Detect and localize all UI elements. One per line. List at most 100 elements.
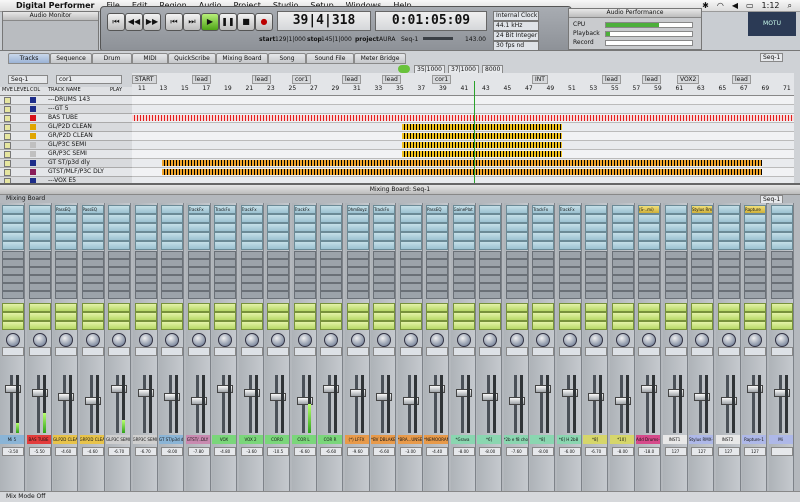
insert-slot[interactable] bbox=[214, 214, 236, 223]
automation-button[interactable] bbox=[55, 303, 77, 312]
automation-button[interactable] bbox=[187, 321, 210, 330]
insert-slot[interactable] bbox=[452, 232, 475, 241]
send-slot[interactable] bbox=[214, 291, 236, 299]
insert-slot[interactable] bbox=[267, 214, 289, 223]
send-slot[interactable] bbox=[28, 259, 51, 267]
automation-button[interactable] bbox=[664, 321, 687, 330]
track-color-swatch[interactable] bbox=[30, 115, 36, 121]
automation-button[interactable] bbox=[691, 303, 713, 312]
channel-name[interactable]: *6] bbox=[477, 435, 501, 444]
pan-knob[interactable] bbox=[59, 333, 73, 347]
send-slot[interactable] bbox=[187, 275, 210, 283]
tab-sequence[interactable]: Sequence bbox=[50, 53, 92, 64]
pan-readout[interactable] bbox=[744, 347, 766, 356]
automation-button[interactable] bbox=[240, 321, 263, 330]
send-slot[interactable] bbox=[770, 259, 793, 267]
fader-track[interactable] bbox=[142, 375, 146, 433]
track-row[interactable]: GL/P3C SEMI bbox=[0, 141, 132, 150]
automation-button[interactable] bbox=[55, 321, 77, 330]
pan-readout[interactable] bbox=[28, 347, 51, 356]
insert-slot[interactable] bbox=[479, 241, 501, 250]
insert-slot[interactable] bbox=[558, 232, 581, 241]
insert-slot[interactable] bbox=[2, 214, 24, 223]
automation-button[interactable] bbox=[717, 303, 740, 312]
channel-name[interactable]: *8] bbox=[583, 435, 607, 444]
marker[interactable]: cor1 bbox=[292, 75, 312, 84]
insert-slot[interactable] bbox=[558, 241, 581, 250]
send-slot[interactable] bbox=[134, 283, 157, 291]
insert-slot[interactable] bbox=[558, 214, 581, 223]
insert-slot[interactable] bbox=[691, 223, 713, 232]
soundbite-region[interactable] bbox=[162, 169, 762, 175]
send-slot[interactable] bbox=[744, 259, 766, 267]
channel-name[interactable]: Add Drums-1 bbox=[636, 435, 660, 444]
send-slot[interactable] bbox=[452, 259, 475, 267]
fader-track[interactable] bbox=[460, 375, 464, 433]
sample-rate-selector[interactable]: 44.1 kHz bbox=[493, 21, 539, 31]
fader-track[interactable] bbox=[275, 375, 278, 433]
send-slot[interactable] bbox=[505, 259, 528, 267]
automation-button[interactable] bbox=[399, 321, 422, 330]
automation-button[interactable] bbox=[558, 303, 581, 312]
automation-button[interactable] bbox=[320, 303, 342, 312]
track-row[interactable]: ---DRUMS 143 bbox=[0, 96, 132, 105]
automation-button[interactable] bbox=[505, 303, 528, 312]
volume-readout[interactable]: -5.50 bbox=[28, 447, 51, 456]
pan-readout[interactable] bbox=[320, 347, 342, 356]
insert-slot[interactable] bbox=[2, 241, 24, 250]
pan-knob[interactable] bbox=[403, 333, 418, 347]
send-slot[interactable] bbox=[664, 267, 687, 275]
pan-knob[interactable] bbox=[271, 333, 285, 347]
insert-slot[interactable] bbox=[28, 214, 51, 223]
channel-name[interactable]: *NEMOORAMP bbox=[424, 435, 448, 444]
menu-app-name[interactable]: Digital Performer bbox=[0, 1, 100, 10]
insert-slot[interactable] bbox=[214, 241, 236, 250]
insert-slot[interactable] bbox=[717, 214, 740, 223]
automation-button[interactable] bbox=[161, 312, 183, 321]
volume-readout[interactable]: -6.70 bbox=[585, 447, 607, 456]
track-enable-toggle[interactable] bbox=[4, 151, 11, 158]
send-slot[interactable] bbox=[161, 291, 183, 299]
soundbite-region[interactable] bbox=[402, 124, 562, 130]
marker[interactable]: INT bbox=[532, 75, 548, 84]
send-slot[interactable] bbox=[532, 283, 554, 291]
automation-button[interactable] bbox=[585, 303, 607, 312]
pan-readout[interactable] bbox=[717, 347, 740, 356]
channel-name[interactable]: *8] bbox=[530, 435, 554, 444]
send-slot[interactable] bbox=[399, 283, 422, 291]
send-slot[interactable] bbox=[479, 283, 501, 291]
send-slot[interactable] bbox=[134, 259, 157, 267]
bluetooth-icon[interactable]: ✱ bbox=[702, 1, 709, 11]
send-slot[interactable] bbox=[744, 275, 766, 283]
volume-readout[interactable]: -4.60 bbox=[55, 447, 77, 456]
automation-button[interactable] bbox=[691, 312, 713, 321]
track-row[interactable]: GL/P2D CLEAN bbox=[0, 123, 132, 132]
automation-button[interactable] bbox=[134, 312, 157, 321]
send-slot[interactable] bbox=[691, 291, 713, 299]
send-slot[interactable] bbox=[452, 251, 475, 259]
insert-slot[interactable] bbox=[134, 241, 157, 250]
channel-name[interactable]: INST2 bbox=[715, 435, 740, 444]
send-slot[interactable] bbox=[108, 251, 130, 259]
send-slot[interactable] bbox=[399, 259, 422, 267]
tab-song[interactable]: Song bbox=[268, 53, 306, 64]
insert-slot[interactable] bbox=[108, 232, 130, 241]
pan-knob[interactable] bbox=[297, 333, 312, 347]
track-name[interactable]: GL/P3C SEMI bbox=[48, 141, 86, 149]
send-slot[interactable] bbox=[558, 291, 581, 299]
send-slot[interactable] bbox=[770, 267, 793, 275]
automation-button[interactable] bbox=[81, 312, 104, 321]
pan-readout[interactable] bbox=[134, 347, 157, 356]
insert-slot[interactable] bbox=[770, 214, 793, 223]
track-row[interactable]: BAS TUBE bbox=[0, 114, 132, 123]
fader-track[interactable] bbox=[248, 375, 252, 433]
automation-button[interactable] bbox=[28, 303, 51, 312]
marker[interactable]: lead bbox=[732, 75, 751, 84]
send-slot[interactable] bbox=[187, 283, 210, 291]
fader-track[interactable] bbox=[752, 375, 755, 433]
automation-button[interactable] bbox=[373, 303, 395, 312]
send-slot[interactable] bbox=[611, 267, 634, 275]
fader-track[interactable] bbox=[169, 375, 172, 433]
insert-slot[interactable] bbox=[55, 232, 77, 241]
insert-slot[interactable] bbox=[240, 232, 263, 241]
